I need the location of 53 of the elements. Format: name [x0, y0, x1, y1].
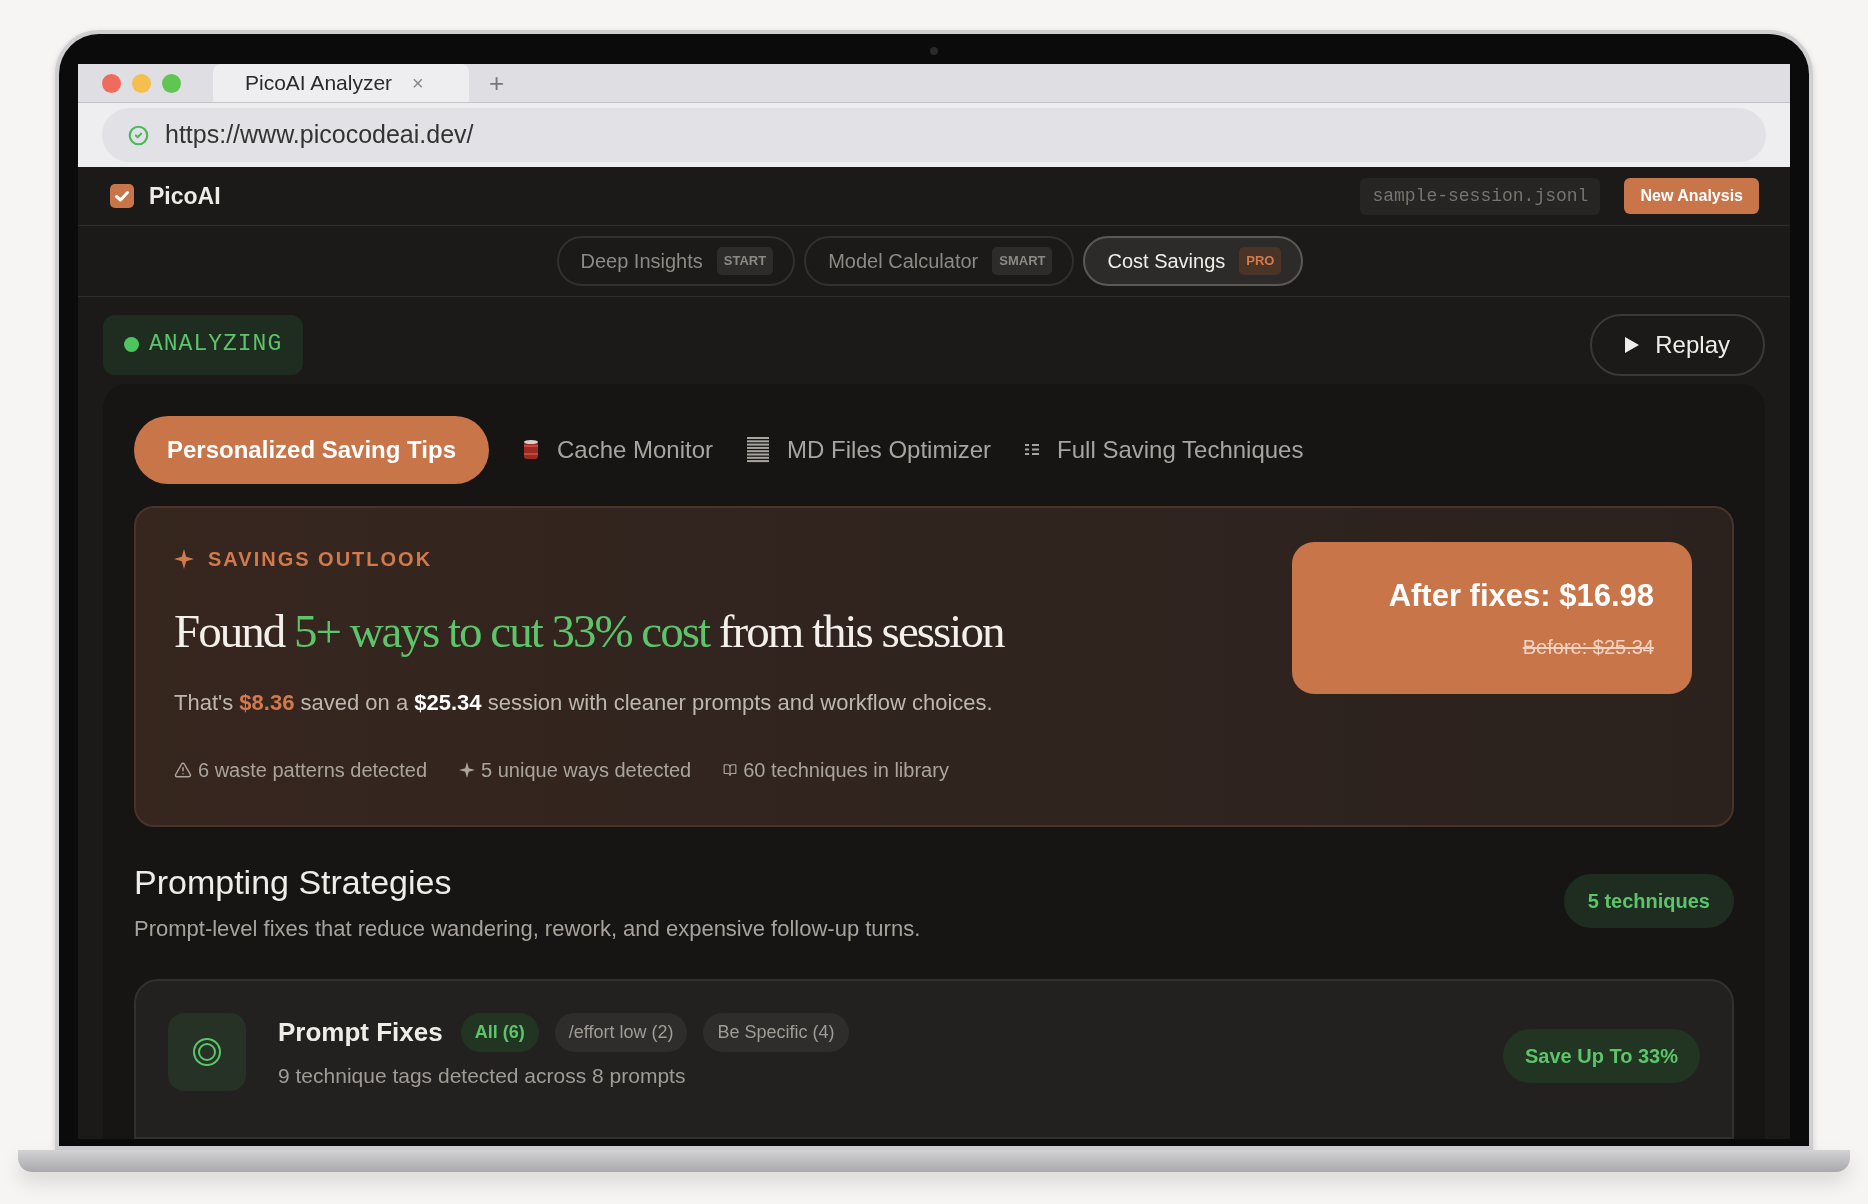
card-title: Prompt Fixes: [278, 1016, 443, 1049]
after-fixes-text: After fixes: $16.98: [1388, 577, 1654, 616]
browser-tab[interactable]: PicoAI Analyzer ×: [213, 64, 469, 102]
sparkle-icon: [174, 548, 194, 569]
logo-icon: [110, 184, 134, 209]
warning-icon: [174, 761, 192, 779]
section-subtitle: Prompt-level fixes that reduce wandering, rework, and expensive follow-up turns.: [134, 915, 921, 943]
outlook-label: SAVINGS OUTLOOK: [208, 546, 433, 572]
maximize-window-button[interactable]: [162, 73, 181, 93]
mode-tab[interactable]: Deep Insights START: [556, 235, 796, 286]
tier-tag: PRO: [1239, 247, 1282, 275]
play-icon: [1625, 336, 1640, 353]
barrel-icon: [523, 438, 539, 461]
tab-title: PicoAI Analyzer: [245, 70, 393, 97]
close-window-button[interactable]: [102, 73, 121, 93]
tier-tag: SMART: [992, 247, 1053, 275]
url-text: https://www.picocodeai.dev/: [165, 119, 474, 151]
filter-chip[interactable]: Be Specific (4): [703, 1013, 849, 1052]
outlook-headline: Found 5+ ways to cut 33% cost from this session: [174, 603, 1004, 659]
replay-button[interactable]: Replay: [1590, 313, 1765, 376]
sparkle-icon: [459, 762, 476, 778]
filter-chip[interactable]: /effort low (2): [554, 1013, 688, 1052]
mode-tab[interactable]: Model Calculator SMART: [804, 235, 1075, 286]
filter-chip[interactable]: All (6): [460, 1013, 539, 1052]
section-title: Prompting Strategies: [134, 862, 453, 903]
lines-icon: [747, 436, 770, 463]
webcam-icon: [930, 47, 938, 55]
save-tag: Save Up To 33%: [1502, 1029, 1700, 1083]
target-icon: [192, 1037, 222, 1067]
card-subtitle: 9 technique tags detected across 8 prompts: [278, 1063, 687, 1089]
mode-tab[interactable]: Cost Savings PRO: [1083, 235, 1304, 286]
file-name: sample-session.jsonl: [1360, 177, 1601, 215]
new-analysis-button[interactable]: New Analysis: [1624, 178, 1759, 215]
new-tab-button[interactable]: +: [489, 64, 505, 102]
address-bar[interactable]: https://www.picocodeai.dev/: [102, 108, 1766, 163]
before-price: Before: $25.34: [1522, 634, 1654, 660]
book-icon: [723, 763, 738, 777]
status-text: ANALYZING: [149, 330, 283, 360]
brand-name: PicoAI: [149, 182, 221, 212]
section-tab[interactable]: Full Saving Techniques: [1025, 431, 1304, 468]
section-tab[interactable]: MD Files Optimizer: [747, 431, 992, 468]
close-tab-button[interactable]: ×: [412, 68, 424, 98]
section-tab[interactable]: Personalized Saving Tips: [134, 415, 489, 484]
technique-count-tag: 5 techniques: [1563, 874, 1734, 928]
minimize-window-button[interactable]: [132, 73, 151, 93]
tier-tag: START: [716, 247, 774, 275]
outlook-summary: That's $8.36 saved on a $25.34 session with cleaner prompts and workflow choices.: [174, 689, 994, 717]
stat-text: 6 waste patterns detected: [198, 758, 428, 783]
section-tab[interactable]: Cache Monitor: [523, 431, 714, 468]
stat-text: 5 unique ways detected: [481, 758, 692, 783]
secure-check-icon: [128, 124, 149, 146]
list-icon: [1025, 443, 1040, 456]
stat-text: 60 techniques in library: [743, 758, 949, 783]
